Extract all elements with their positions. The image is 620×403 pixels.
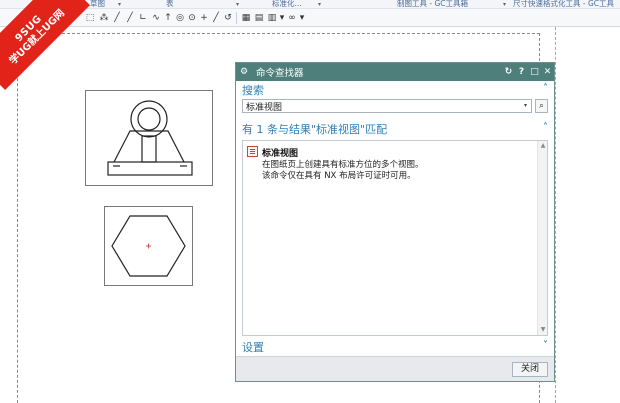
toolbar-separator [236,12,237,24]
results-heading: 有 1 条与结果"标准视图"匹配 [242,123,388,136]
settings-heading: 设置 [242,341,264,354]
settings-section-header[interactable]: 设置 ˅ [236,339,554,355]
ribbon-group-strip: 注释 草图 ▾ 表 ▾ 标准化... ▾ 制图工具 - GC工具箱 ▾ 尺寸快速… [0,0,620,9]
spline-icon[interactable]: ∿ [150,12,162,24]
table-icon[interactable]: ▦ [240,12,252,24]
circle-point-icon[interactable]: ⊙ [186,12,198,24]
close-button[interactable]: 关闭 [512,362,548,377]
search-input[interactable] [242,99,532,113]
ribbon-group-gc-dimension[interactable]: 尺寸快速格式化工具 - GC工具 [513,0,614,8]
search-section-header[interactable]: 搜索 ˄ [236,82,554,98]
maximize-icon[interactable]: □ [528,67,541,77]
results-section-header[interactable]: 有 1 条与结果"标准视图"匹配 ˄ [236,121,554,137]
reset-icon[interactable]: ↻ [502,67,515,77]
result-description-line: 该命令仅在具有 NX 布局许可证时可用。 [262,171,416,181]
gear-icon[interactable]: ⚙ [240,67,252,77]
result-description: 在图纸页上创建具有标准方位的多个视图。 该命令仅在具有 NX 布局许可证时可用。 [262,160,424,182]
hexagon-drawing [111,215,186,277]
dropdown-arrow-icon[interactable]: ▾ [503,0,506,9]
ribbon-group-table[interactable]: 表 [166,0,174,8]
dialog-title: 命令查找器 [256,68,304,79]
dropdown-arrow-icon[interactable]: ▾ [296,12,308,24]
sketch-toolbar: ⬚ ⁂ ╱ ╱ ∟ ∿ ↑ ◎ ⊙ + ╱ ↺ ▦ ▤ ▥ ▾ ∞ ▾ [0,9,620,27]
line-icon[interactable]: ╱ [210,12,222,24]
pattern-icon[interactable]: ⁂ [98,12,110,24]
scroll-down-icon[interactable]: ▼ [539,326,547,334]
arrow-up-icon[interactable]: ↑ [162,12,174,24]
search-row: ▾ ⌕ [242,99,548,113]
rotate-icon[interactable]: ↺ [222,12,234,24]
sheet-icon[interactable]: ▤ [253,12,265,24]
dropdown-arrow-icon[interactable]: ▾ [318,0,321,9]
drawing-view-front[interactable] [85,90,213,186]
line-icon[interactable]: ╱ [124,12,136,24]
result-description-line: 在图纸页上创建具有标准方位的多个视图。 [262,160,424,170]
ribbon-group-sketch[interactable]: 草图 [90,0,105,8]
scroll-up-icon[interactable]: ▲ [539,142,547,150]
search-icon[interactable]: ⌕ [535,99,548,113]
sheet-boundary-line [555,27,556,403]
corner-icon[interactable]: ∟ [137,12,149,24]
dropdown-arrow-icon[interactable]: ▾ [236,0,239,9]
standard-view-icon [247,146,258,157]
ribbon-group-standardize[interactable]: 标准化... [272,0,302,8]
close-icon[interactable]: ✕ [541,67,554,77]
command-finder-dialog: ⚙ 命令查找器 ↻ ? □ ✕ 搜索 ˄ ▾ ⌕ 有 1 条与结果"标准视图"匹… [235,62,555,382]
circle-icon[interactable]: ◎ [174,12,186,24]
dialog-titlebar[interactable]: ⚙ 命令查找器 ↻ ? □ ✕ [236,63,554,81]
drawing-view-top[interactable] [104,206,193,286]
chevron-up-icon[interactable]: ˄ [543,83,548,94]
cross-icon[interactable]: + [198,12,210,24]
help-icon[interactable]: ? [515,67,528,77]
line-icon[interactable]: ╱ [111,12,123,24]
dropdown-arrow-icon[interactable]: ▾ [118,0,121,9]
dropdown-arrow-icon[interactable]: ▾ [524,100,532,112]
ribbon-group-gc-drafting[interactable]: 制图工具 - GC工具箱 [397,0,468,8]
select-rectangle-icon[interactable]: ⬚ [84,12,96,24]
search-heading: 搜索 [242,84,264,97]
chevron-up-icon[interactable]: ˄ [543,122,548,133]
bearing-block-drawing [107,100,193,176]
result-title: 标准视图 [262,149,299,159]
results-scrollbar[interactable]: ▲ ▼ [537,141,547,335]
results-list: 标准视图 在图纸页上创建具有标准方位的多个视图。 该命令仅在具有 NX 布局许可… [242,140,548,336]
chevron-down-icon[interactable]: ˅ [543,340,548,351]
nx-drafting-window: 注释 草图 ▾ 表 ▾ 标准化... ▾ 制图工具 - GC工具箱 ▾ 尺寸快速… [0,0,620,403]
dialog-footer: 关闭 [236,356,554,381]
